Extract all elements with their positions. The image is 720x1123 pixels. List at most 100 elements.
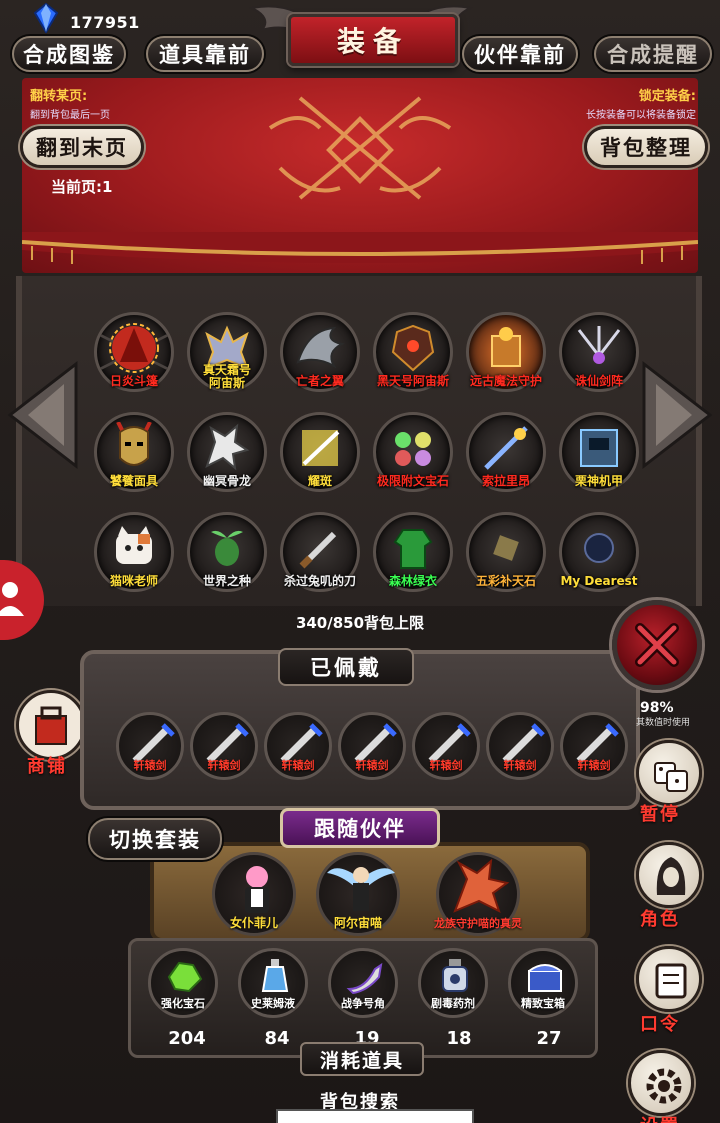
green-gem-icon [167,961,203,993]
equipped-title: 已佩戴 [278,648,414,686]
command-label: 口令 [640,1014,680,1035]
poison-icon [442,959,468,992]
close-icon [635,623,679,667]
equip-slot[interactable]: 轩辕剑 [116,712,184,780]
lock-equip-hint-text: 长按装备可以将装备锁定 [586,110,696,121]
next-page-arrow-icon[interactable] [642,360,714,470]
page-title: 装备 [288,14,458,66]
lock-equip-hint-title: 锁定装备: [638,89,696,104]
bag-item[interactable]: 栗神机甲 [559,412,639,492]
bone-dragon-icon [205,423,250,471]
prev-page-arrow-icon[interactable] [6,360,78,470]
follow-partner-title: 跟随伙伴 [280,808,440,848]
bag-item[interactable]: 亡者之翼 [280,312,360,392]
close-button[interactable] [612,600,702,690]
tab-items-first[interactable]: 道具靠前 [146,36,264,72]
role-label: 角色 [640,909,680,930]
bag-search-input[interactable] [276,1109,474,1123]
bag-item[interactable]: 猫咪老师 [94,512,174,592]
shop-icon [35,706,67,745]
switch-set-button[interactable]: 切换套装 [88,818,222,860]
sword-array-icon [577,326,621,364]
bag-item[interactable]: 日炎斗篷 [94,312,174,392]
equip-slot[interactable]: 轩辕剑 [338,712,406,780]
mask-icon [116,422,152,466]
side-note-percent: 98% [640,700,674,716]
cloak-icon [109,323,159,373]
tab-synthesis-reminder[interactable]: 合成提醒 [594,36,712,72]
currency-amount: 177951 [70,13,140,32]
chest-icon [528,964,562,992]
hooded-figure-icon [656,857,686,895]
bag-item[interactable]: 黑天号阿宙斯 [373,312,453,392]
shop-label: 商铺 [27,756,67,777]
consumable-count: 27 [536,1028,562,1049]
consumable-slot[interactable]: 强化宝石 [148,948,218,1018]
horn-icon [346,962,383,995]
stone-icon [493,535,519,561]
bag-item[interactable]: 世界之种 [187,512,267,592]
equip-slot[interactable]: 轩辕剑 [190,712,258,780]
side-note-text: 其数值时使用 [636,718,691,728]
consumables-title: 消耗道具 [300,1042,424,1076]
armor-icon [391,324,435,372]
equip-slot[interactable]: 轩辕剑 [560,712,628,780]
book-icon [655,963,687,999]
wing-icon [296,326,345,369]
partner-slot[interactable]: 阿尔宙喵 [316,852,400,936]
potion-icon [261,959,289,992]
consumable-count: 204 [168,1028,206,1049]
consumable-slot[interactable]: 精致宝箱 [508,948,578,1018]
flare-icon [302,430,340,466]
crossed-swords-emblem [268,96,452,200]
bag-item[interactable]: 耀斑 [280,412,360,492]
bag-item[interactable]: 极限附文宝石 [373,412,453,492]
tab-partners-first[interactable]: 伙伴靠前 [462,36,578,72]
user-icon [0,582,24,616]
pause-label: 暂停 [640,804,680,825]
current-page-indicator: 当前页:1 [51,178,113,196]
bag-item[interactable]: 饕餮面具 [94,412,174,492]
dark-orb-icon [584,533,614,563]
bag-item[interactable]: 森林绿衣 [373,512,453,592]
flip-page-hint-title: 翻转某页: [30,89,88,104]
consumable-slot[interactable]: 史莱姆液 [238,948,308,1018]
bag-capacity: 340/850背包上限 [295,614,425,632]
equip-slot[interactable]: 轩辕剑 [264,712,332,780]
bag-item[interactable]: 杀过兔叽的刀 [280,512,360,592]
cat-icon [116,526,152,564]
gems-icon [395,432,431,466]
bag-item[interactable]: 远古魔法守护 [466,312,546,392]
seed-icon [211,530,243,566]
bag-item[interactable]: 幽冥骨龙 [187,412,267,492]
angel-icon [327,867,395,911]
partner-slot[interactable]: 龙族守护喵的真灵 [434,852,522,936]
maid-icon [245,866,269,913]
equipment-screen: 177951 装备 合成图鉴 道具靠前 伙伴靠前 合成提醒 翻转某页: 翻到背包… [0,0,720,1123]
role-button[interactable] [636,842,702,908]
fire-dragon-icon [453,859,510,913]
bag-item[interactable]: 五彩补天石 [466,512,546,592]
consumable-slot[interactable]: 战争号角 [328,948,398,1018]
mecha-icon [580,429,618,467]
command-button[interactable] [636,946,702,1012]
bag-item[interactable]: My Dearest [559,512,639,592]
equip-slot[interactable]: 轩辕剑 [412,712,480,780]
pause-button[interactable] [636,740,702,806]
bag-item[interactable]: 真天霜号阿宙斯 [187,312,267,392]
bag-item[interactable]: 索拉里昂 [466,412,546,492]
consumable-slot[interactable]: 剧毒药剂 [418,948,488,1018]
diamond-icon [33,3,59,33]
dice-icon [654,762,688,792]
bag-item[interactable]: 诛仙剑阵 [559,312,639,392]
banner-fringe [22,232,698,264]
tab-synthesis-codex[interactable]: 合成图鉴 [12,36,126,72]
equip-slot[interactable]: 轩辕剑 [486,712,554,780]
last-page-button[interactable]: 翻到末页 [20,126,144,168]
flip-page-hint-text: 翻到背包最后一页 [30,110,110,121]
consumable-count: 18 [446,1028,472,1049]
partner-slot[interactable]: 女仆菲儿 [212,852,296,936]
shrine-icon [491,327,521,367]
green-coat-icon [393,529,433,569]
sort-bag-button[interactable]: 背包整理 [584,126,708,168]
